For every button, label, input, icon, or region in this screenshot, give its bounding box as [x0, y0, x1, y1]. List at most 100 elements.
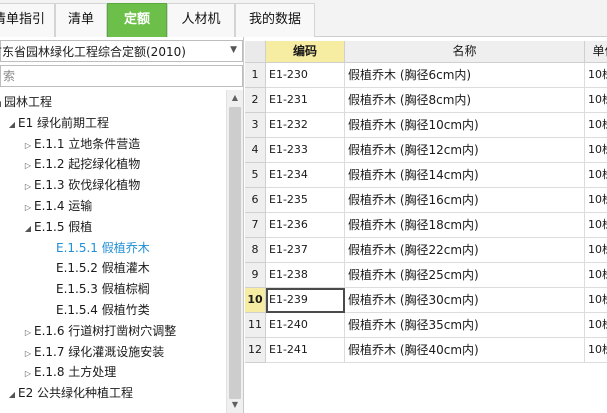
row-number[interactable]: 1: [245, 63, 266, 88]
cell-name[interactable]: 假植乔木 (胸径40cm内): [345, 338, 585, 363]
tree-collapse-icon[interactable]: ◢: [6, 114, 18, 136]
row-number[interactable]: 5: [245, 163, 266, 188]
tree-node-label: E.1.5.2 假植灌木: [56, 261, 150, 276]
quota-library-select[interactable]: 广东省园林绿化工程综合定额(2010) ▼: [0, 40, 243, 62]
row-number[interactable]: 8: [245, 238, 266, 263]
cell-name[interactable]: 假植乔木 (胸径16cm内): [345, 188, 585, 213]
tab-list[interactable]: 清单: [55, 3, 107, 37]
cell-code[interactable]: E1-230: [266, 63, 345, 88]
tree-node-e1-3[interactable]: ▷ E.1.3 砍伐绿化植物: [22, 174, 140, 196]
tree-node-label: E.1.3 砍伐绿化植物: [34, 178, 141, 193]
tree-node-e1-5-4[interactable]: E.1.5.4 假植竹类: [44, 299, 150, 321]
tree-node-e1[interactable]: ◢ E1 绿化前期工程: [6, 112, 109, 134]
cell-code[interactable]: E1-235: [266, 188, 345, 213]
row-number[interactable]: 6: [245, 188, 266, 213]
tree-node-label: E.1.6 行道树打凿树穴调整: [34, 323, 177, 338]
column-header-unit[interactable]: 单位: [585, 41, 607, 63]
tree-node-label: E.1.5.3 假植棕榈: [56, 282, 150, 297]
tree-node-e1-5-3[interactable]: E.1.5.3 假植棕榈: [44, 278, 150, 300]
tree-node-label: E.1.8 土方处理: [34, 365, 117, 380]
tree-node-e1-4[interactable]: ▷ E.1.4 运输: [22, 195, 92, 217]
tree-node-label: E.1.7 绿化灌溉设施安装: [34, 344, 165, 359]
tree-node-e1-7[interactable]: ▷ E.1.7 绿化灌溉设施安装: [22, 341, 164, 363]
cell-name[interactable]: 假植乔木 (胸径12cm内): [345, 138, 585, 163]
tree-node-label: 园林工程: [4, 95, 53, 109]
tree-node-label: E.1.4 运输: [34, 199, 93, 213]
cell-code[interactable]: E1-238: [266, 263, 345, 288]
tab-labor-materials-machines[interactable]: 人材机: [167, 3, 235, 37]
tree-node-e1-1[interactable]: ▷ E.1.1 立地条件营造: [22, 133, 140, 155]
tree-node-label: E2 公共绿化种植工程: [18, 386, 134, 401]
cell-unit[interactable]: 10株: [585, 313, 607, 338]
tree-node-e1-5-2[interactable]: E.1.5.2 假植灌木: [44, 257, 150, 279]
cell-code[interactable]: E1-236: [266, 213, 345, 238]
cell-code[interactable]: E1-240: [266, 313, 345, 338]
cell-unit[interactable]: 10株: [585, 63, 607, 88]
cell-code[interactable]: E1-234: [266, 163, 345, 188]
cell-code[interactable]: E1-232: [266, 113, 345, 138]
tree-scrollbar[interactable]: ▲ ▼: [226, 90, 243, 413]
tree-node-e2[interactable]: ◢ E2 公共绿化种植工程: [6, 382, 133, 404]
cell-unit[interactable]: 10株: [585, 163, 607, 188]
cell-name[interactable]: 假植乔木 (胸径30cm内): [345, 288, 585, 313]
cell-name[interactable]: 假植乔木 (胸径10cm内): [345, 113, 585, 138]
chevron-down-icon[interactable]: ▼: [230, 45, 237, 55]
tree-node-label: E.1.1 立地条件营造: [34, 136, 141, 151]
scroll-up-icon[interactable]: ▲: [227, 90, 243, 106]
cell-unit[interactable]: 10株: [585, 113, 607, 138]
row-number[interactable]: 4: [245, 138, 266, 163]
cell-unit[interactable]: 10株: [585, 88, 607, 113]
cell-unit[interactable]: 10株: [585, 138, 607, 163]
tree-node-label: E.1.5.4 假植竹类: [56, 303, 150, 317]
search-input[interactable]: [0, 65, 243, 87]
cell-code[interactable]: E1-231: [266, 88, 345, 113]
scrollbar-thumb[interactable]: [229, 107, 241, 399]
tree-node-e1-5[interactable]: ◢ E.1.5 假植: [22, 216, 92, 238]
tree-node-e1-8[interactable]: ▷ E.1.8 土方处理: [22, 361, 116, 383]
row-number[interactable]: 11: [245, 313, 266, 338]
tab-bar: 清单指引 清单 定额 人材机 我的数据: [0, 0, 607, 37]
tree-node-label: E.1.5.1 假植乔木: [56, 240, 150, 255]
quota-chapter-tree: ◢园林工程◢E1 绿化前期工程▷E.1.1 立地条件营造▷E.1.2 起挖绿化植…: [0, 90, 226, 413]
column-header-code[interactable]: 编码: [266, 41, 345, 63]
cell-code[interactable]: E1-233: [266, 138, 345, 163]
cell-name[interactable]: 假植乔木 (胸径6cm内): [345, 63, 585, 88]
tab-my-data[interactable]: 我的数据: [235, 3, 315, 37]
tree-node-label: E.1.2 起挖绿化植物: [34, 157, 141, 172]
cell-name[interactable]: 假植乔木 (胸径8cm内): [345, 88, 585, 113]
tree-node-e1-5-1[interactable]: E.1.5.1 假植乔木: [44, 237, 150, 259]
cell-unit[interactable]: 10株: [585, 263, 607, 288]
cell-unit[interactable]: 10株: [585, 213, 607, 238]
cell-code[interactable]: E1-239: [266, 288, 345, 313]
tree-node-label: E1 绿化前期工程: [18, 115, 110, 130]
cell-unit[interactable]: 10株: [585, 338, 607, 363]
scroll-down-icon[interactable]: ▼: [227, 397, 243, 413]
cell-name[interactable]: 假植乔木 (胸径14cm内): [345, 163, 585, 188]
cell-code[interactable]: E1-237: [266, 238, 345, 263]
cell-unit[interactable]: 10株: [585, 188, 607, 213]
tree-collapse-icon[interactable]: ◢: [22, 218, 34, 240]
tree-collapse-icon[interactable]: ◢: [6, 384, 18, 406]
tree-node-landscape[interactable]: ◢园林工程: [0, 91, 52, 113]
cell-unit[interactable]: 10株: [585, 288, 607, 313]
cell-unit[interactable]: 10株: [585, 238, 607, 263]
column-header-name[interactable]: 名称: [345, 41, 585, 63]
cell-name[interactable]: 假植乔木 (胸径22cm内): [345, 238, 585, 263]
row-number[interactable]: 3: [245, 113, 266, 138]
row-number[interactable]: 12: [245, 338, 266, 363]
quota-tree-panel: 广东省园林绿化工程综合定额(2010) ▼ ◢园林工程◢E1 绿化前期工程▷E.…: [0, 37, 244, 413]
quota-library-value: 广东省园林绿化工程综合定额(2010): [0, 45, 186, 59]
cell-code[interactable]: E1-241: [266, 338, 345, 363]
tab-quota[interactable]: 定额: [107, 3, 167, 37]
tree-node-e1-2[interactable]: ▷ E.1.2 起挖绿化植物: [22, 153, 140, 175]
cell-name[interactable]: 假植乔木 (胸径35cm内): [345, 313, 585, 338]
row-number[interactable]: 2: [245, 88, 266, 113]
row-number[interactable]: 9: [245, 263, 266, 288]
cell-name[interactable]: 假植乔木 (胸径25cm内): [345, 263, 585, 288]
grid-corner: [245, 41, 266, 63]
row-number[interactable]: 7: [245, 213, 266, 238]
row-number[interactable]: 10: [245, 288, 266, 313]
cell-name[interactable]: 假植乔木 (胸径18cm内): [345, 213, 585, 238]
tree-node-e1-6[interactable]: ▷ E.1.6 行道树打凿树穴调整: [22, 320, 176, 342]
tab-guide[interactable]: 清单指引: [0, 3, 55, 37]
